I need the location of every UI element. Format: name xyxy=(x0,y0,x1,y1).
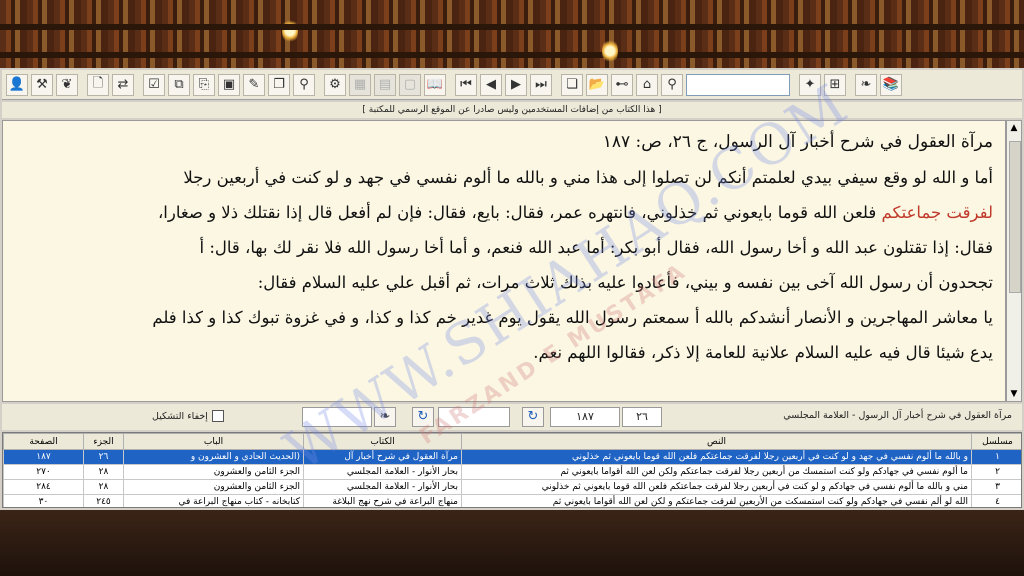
sheikh-icon[interactable]: 👤 xyxy=(6,73,28,96)
last-page-icon[interactable]: ⏭ xyxy=(530,73,552,96)
search-icon[interactable]: ⚲ xyxy=(661,73,683,96)
text-line: تجحدون أن رسول الله آخى بين نفسه و بيني،… xyxy=(257,273,993,292)
results-table: مسلسل النص الكتاب الباب الجزء الصفحة ١و … xyxy=(2,432,1022,508)
column-header[interactable]: النص xyxy=(461,433,972,450)
open-book-icon[interactable]: ❧ xyxy=(374,407,396,427)
reader-scrollbar[interactable]: ▲ ▼ xyxy=(1006,120,1022,402)
image-icon[interactable]: ▣ xyxy=(218,73,240,96)
copy-text-icon[interactable]: ❐ xyxy=(268,73,290,96)
toolbar: 👤 ⚒ ❦ 🗋 ⇄ ☑ ⧉ ⎘ ▣ ✎ ❐ ⚲ ⚙ ▦ ▤ ▢ 📖 ⏮ ◀ ▶ … xyxy=(2,70,1022,100)
status-bar: مرآة العقول في شرح أخبار آل الرسول - الع… xyxy=(2,404,1022,430)
prev-page-icon[interactable]: ◀ xyxy=(480,73,502,96)
column-header[interactable]: الجزء xyxy=(83,433,124,450)
text-line: يا معاشر المهاجرين و الأنصار أنشدكم بالل… xyxy=(152,308,993,327)
column-header[interactable]: مسلسل xyxy=(971,433,1021,450)
binoculars-icon[interactable]: ⊷ xyxy=(611,73,633,96)
first-page-icon[interactable]: ⏮ xyxy=(455,73,477,96)
goto-field[interactable] xyxy=(438,407,510,427)
table-row[interactable]: ٢ ما ألوم نفسي في جهادكم ولو كنت استمسك م… xyxy=(3,464,1021,480)
library-icon[interactable]: 📚 xyxy=(880,73,902,96)
new-page-icon[interactable]: 🗋 xyxy=(87,73,109,96)
disabled-icon: ▤ xyxy=(374,73,396,96)
scroll-down-icon[interactable]: ▼ xyxy=(1007,387,1021,401)
table-row[interactable]: ٤ الله لو ألم نفسي في جهادكم ولو كنت استم… xyxy=(3,494,1021,507)
column-header[interactable]: الصفحة xyxy=(3,433,84,450)
text-line: لفرقت جماعتكم فلعن الله قوما بايعوني ثم … xyxy=(157,203,994,222)
table-row[interactable]: ٣ مني و بالله ما ألوم نفسي في جهادكم و لو… xyxy=(3,479,1021,495)
candle-glow xyxy=(282,18,298,44)
book-reference: مرآة العقول في شرح أخبار آل الرسول - الع… xyxy=(783,410,1012,421)
settings-icon[interactable]: ⚙ xyxy=(324,73,346,96)
disabled-icon: ▦ xyxy=(349,73,371,96)
tree-icon[interactable]: ⊞ xyxy=(824,73,846,96)
candle-glow xyxy=(602,38,618,64)
refresh-icon[interactable]: ↻ xyxy=(412,407,434,427)
windows-icon[interactable]: ❏ xyxy=(561,73,583,96)
hide-diacritics[interactable]: إخفاء التشكيل xyxy=(152,410,224,422)
folder-icon[interactable]: 📂 xyxy=(586,73,608,96)
copy-icon[interactable]: ⧉ xyxy=(168,73,190,96)
table-background xyxy=(0,510,1024,576)
extra-field[interactable] xyxy=(302,407,372,427)
open-book-icon[interactable]: 📖 xyxy=(424,73,446,96)
volume-field[interactable]: ٢٦ xyxy=(622,407,662,427)
notice-bar: [ هذا الكتاب من إضافات المستخدمين وليس ص… xyxy=(2,102,1022,118)
star-folder-icon[interactable]: ✦ xyxy=(799,73,821,96)
pen-icon[interactable]: ✎ xyxy=(243,73,265,96)
replace-icon[interactable]: ⇄ xyxy=(112,73,134,96)
home-icon[interactable]: ⌂ xyxy=(636,73,658,96)
column-header[interactable]: الكتاب xyxy=(303,433,462,450)
text-line: يدع شيئا قال فيه عليه السلام علانية للعا… xyxy=(533,343,993,362)
check-icon[interactable]: ☑ xyxy=(143,73,165,96)
page-field[interactable]: ١٨٧ xyxy=(550,407,620,427)
text-line: أما و الله لو وقع سيفي بيدي لعلمتم أنكم … xyxy=(183,168,993,187)
hide-diacritics-checkbox[interactable] xyxy=(211,410,224,422)
leaf-icon[interactable]: ❦ xyxy=(56,73,78,96)
scroll-up-icon[interactable]: ▲ xyxy=(1007,121,1021,135)
refresh-icon[interactable]: ↻ xyxy=(522,407,544,427)
highlight-text: لفرقت جماعتكم xyxy=(881,203,994,222)
share-icon[interactable]: ⚲ xyxy=(293,73,315,96)
disabled-icon: ▢ xyxy=(399,73,421,96)
open-book-alt-icon[interactable]: ❧ xyxy=(855,73,877,96)
table-header-row: مسلسل النص الكتاب الباب الجزء الصفحة xyxy=(3,433,1021,450)
page-heading: مرآة العقول في شرح أخبار آل الرسول، ج ٢٦… xyxy=(602,132,993,152)
text-line: فقال: إذا تقتلون عبد الله و أخا رسول الل… xyxy=(199,238,993,257)
table-row[interactable]: ١و بالله ما ألوم نفسي في جهد و لو كنت في… xyxy=(3,449,1021,465)
tools-icon[interactable]: ⚒ xyxy=(31,73,53,96)
bookshelf-background xyxy=(0,0,1024,68)
hide-diacritics-label: إخفاء التشكيل xyxy=(152,410,208,422)
column-header[interactable]: الباب xyxy=(123,433,304,450)
reader-pane[interactable]: مرآة العقول في شرح أخبار آل الرسول، ج ٢٦… xyxy=(2,120,1006,402)
app-window: 👤 ⚒ ❦ 🗋 ⇄ ☑ ⧉ ⎘ ▣ ✎ ❐ ⚲ ⚙ ▦ ▤ ▢ 📖 ⏮ ◀ ▶ … xyxy=(0,68,1024,510)
next-page-icon[interactable]: ▶ xyxy=(505,73,527,96)
export-icon[interactable]: ⎘ xyxy=(193,73,215,96)
scroll-thumb[interactable] xyxy=(1009,141,1021,293)
search-input[interactable] xyxy=(686,73,790,96)
